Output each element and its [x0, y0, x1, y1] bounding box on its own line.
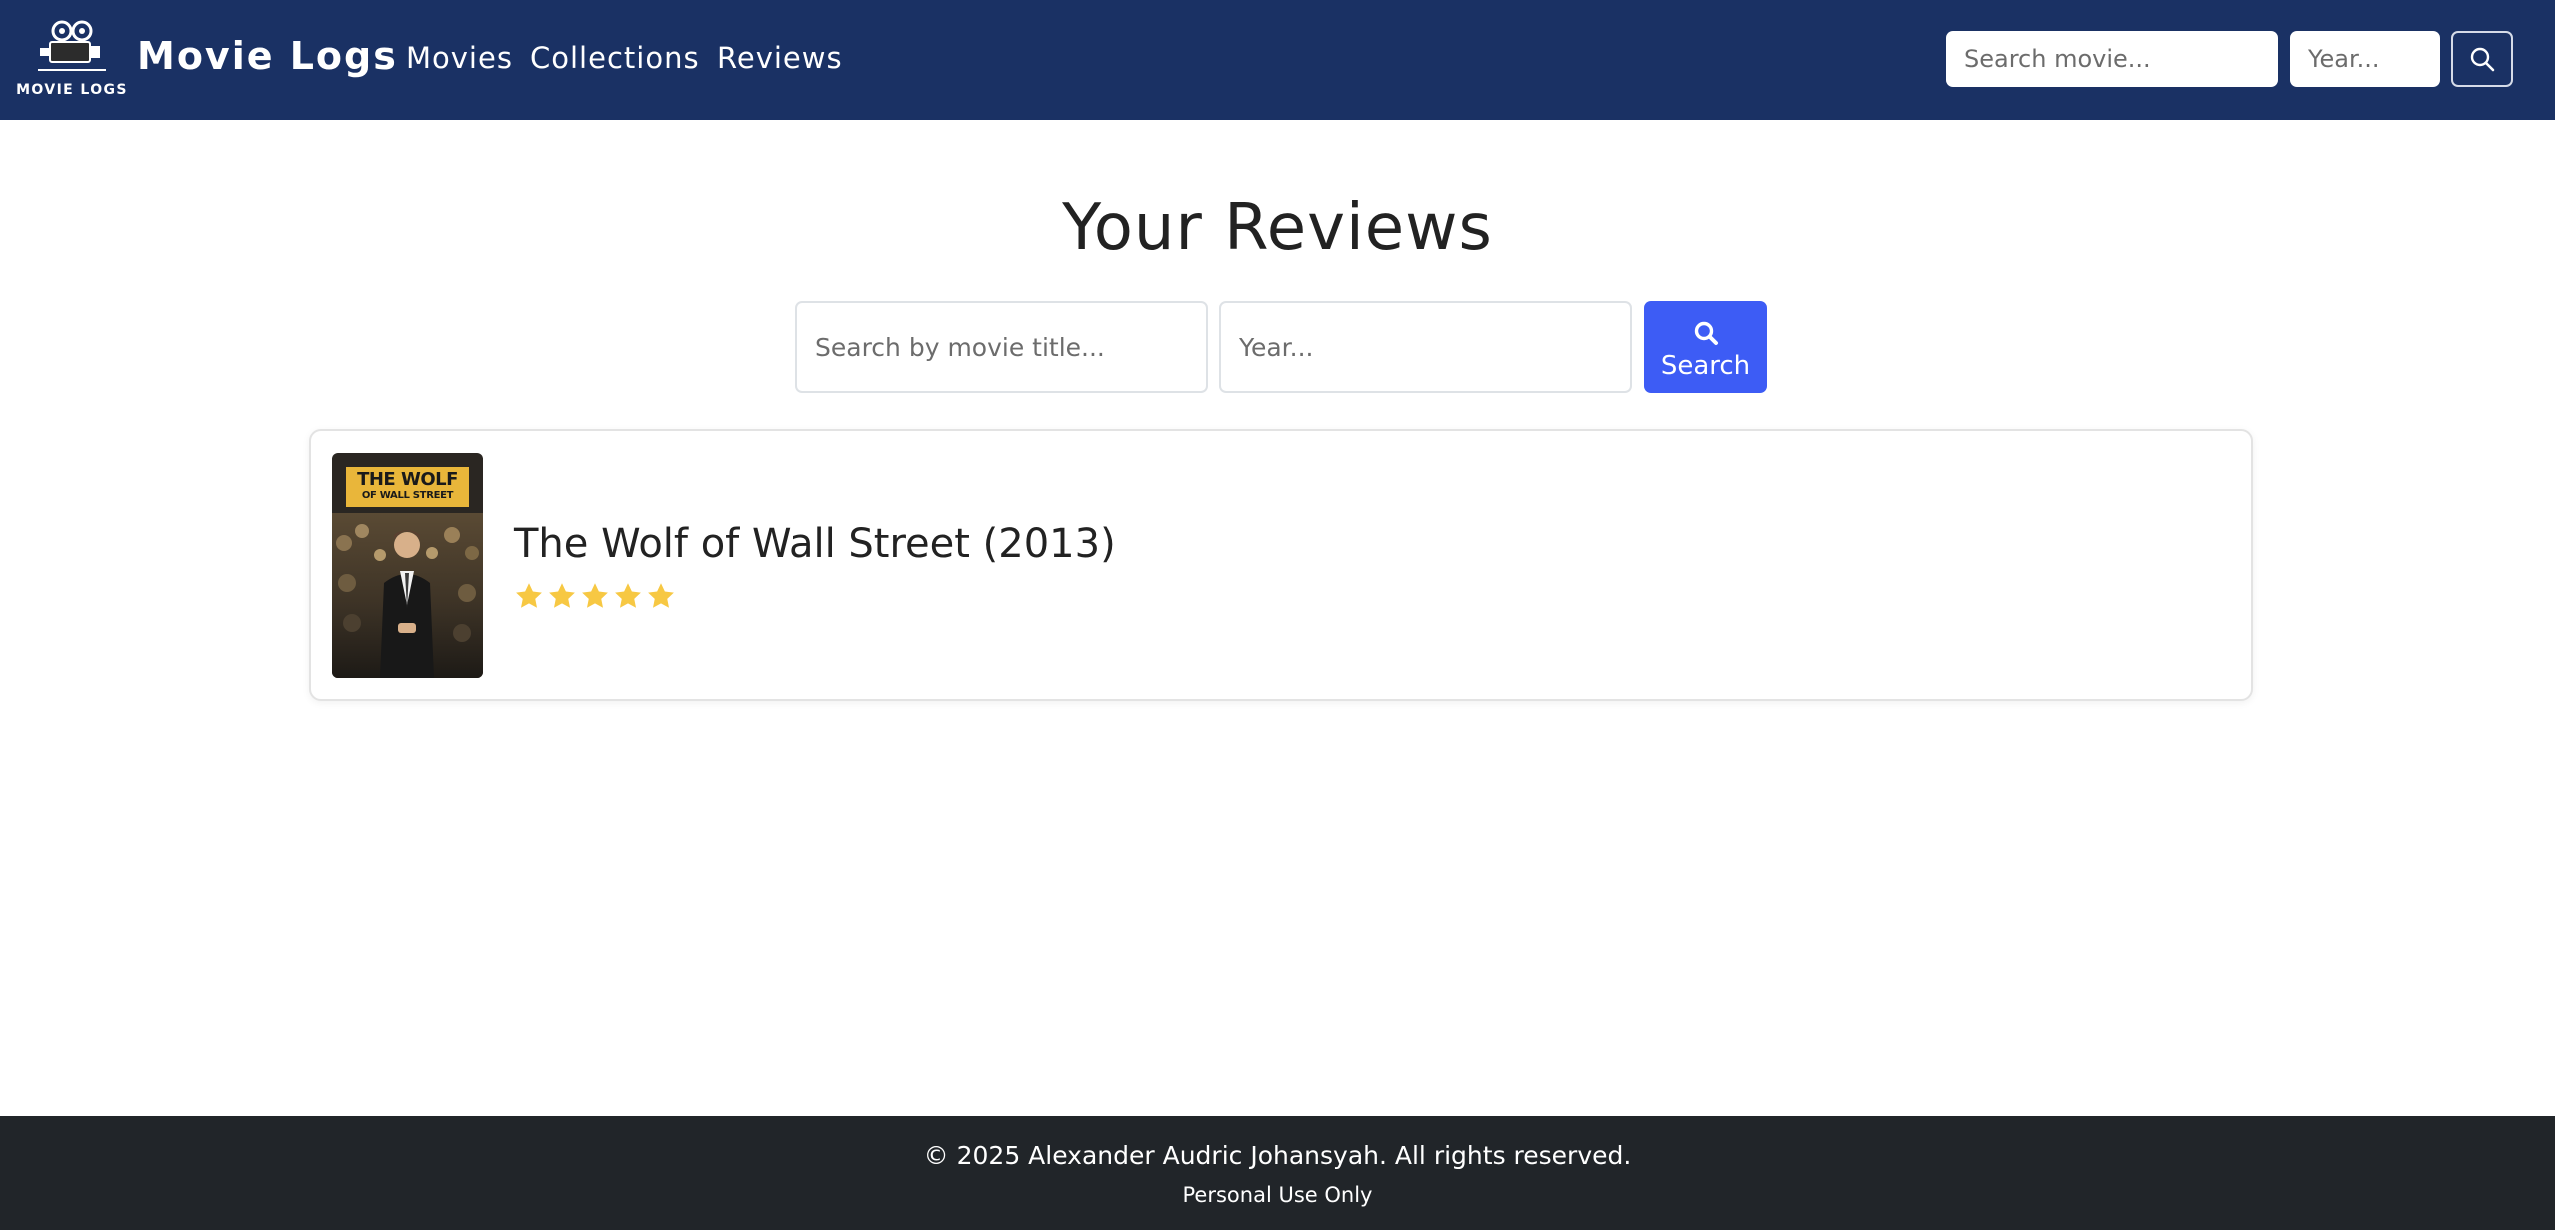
- search-icon: [1694, 321, 1718, 345]
- star-icon: [516, 583, 542, 608]
- year-search-input[interactable]: [1219, 301, 1632, 393]
- footer-copyright: © 2025 Alexander Audric Johansyah. All r…: [923, 1141, 1632, 1170]
- nav-link-movies[interactable]: Movies: [406, 38, 513, 78]
- title-search-input[interactable]: [795, 301, 1208, 393]
- film-camera-icon: [38, 20, 106, 71]
- nav-search-button[interactable]: [2451, 31, 2513, 87]
- search-button-label: Search: [1660, 351, 1751, 381]
- nav-link-collections[interactable]: Collections: [530, 38, 700, 78]
- star-icon: [615, 583, 641, 608]
- review-card[interactable]: THE WOLF OF WALL STREET The Wolf of Wall…: [309, 429, 2253, 701]
- star-icon: [582, 583, 608, 608]
- footer: © 2025 Alexander Audric Johansyah. All r…: [0, 1116, 2555, 1230]
- footer-note: Personal Use Only: [1182, 1183, 1373, 1207]
- navbar: MOVIE LOGS Movie Logs Movies Collections…: [0, 0, 2555, 120]
- poster-figure-art: [336, 524, 479, 678]
- search-icon: [2470, 47, 2495, 72]
- poster-title-banner: THE WOLF OF WALL STREET: [346, 467, 469, 507]
- poster-title-line2: OF WALL STREET: [361, 490, 454, 501]
- movie-poster[interactable]: THE WOLF OF WALL STREET: [332, 453, 483, 678]
- review-movie-title[interactable]: The Wolf of Wall Street (2013): [514, 517, 1116, 571]
- star-icon: [648, 583, 674, 608]
- star-icon: [549, 583, 575, 608]
- logo-text: MOVIE LOGS: [16, 82, 128, 98]
- poster-title-line1: THE WOLF: [357, 469, 458, 490]
- brand-logo[interactable]: MOVIE LOGS: [16, 20, 128, 104]
- nav-link-reviews[interactable]: Reviews: [717, 38, 843, 78]
- page-title: Your Reviews: [1062, 191, 1493, 265]
- nav-year-input[interactable]: [2290, 31, 2440, 87]
- search-button[interactable]: Search: [1644, 301, 1767, 393]
- brand-title[interactable]: Movie Logs: [137, 30, 398, 82]
- nav-search-input[interactable]: [1946, 31, 2278, 87]
